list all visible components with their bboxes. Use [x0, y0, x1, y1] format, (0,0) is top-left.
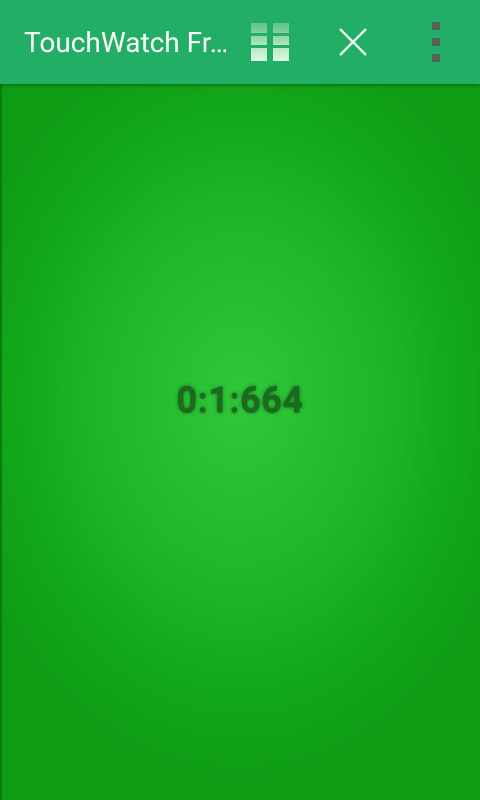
close-icon: [339, 28, 367, 56]
elapsed-time-display: 0:1:664: [176, 379, 304, 421]
stopwatch-touch-area[interactable]: 0:1:664: [0, 84, 480, 800]
pause-icon-stripe: [251, 45, 289, 48]
close-button[interactable]: [320, 0, 386, 84]
app-screen: TouchWatch Fr… 0:1:664: [0, 0, 480, 800]
pause-icon-right-bar: [273, 23, 289, 61]
menu-dot: [432, 22, 440, 30]
app-title: TouchWatch Fr…: [24, 26, 226, 59]
pause-icon-stripe: [251, 33, 289, 36]
menu-dot: [432, 54, 440, 62]
menu-dot: [432, 38, 440, 46]
app-toolbar: TouchWatch Fr…: [0, 0, 480, 84]
pause-icon-left-bar: [251, 23, 267, 61]
more-vert-icon: [432, 22, 440, 62]
screen-edge-divider: [0, 84, 2, 800]
overflow-menu-button[interactable]: [414, 0, 458, 84]
pause-button[interactable]: [238, 0, 302, 84]
pause-icon: [251, 23, 289, 61]
